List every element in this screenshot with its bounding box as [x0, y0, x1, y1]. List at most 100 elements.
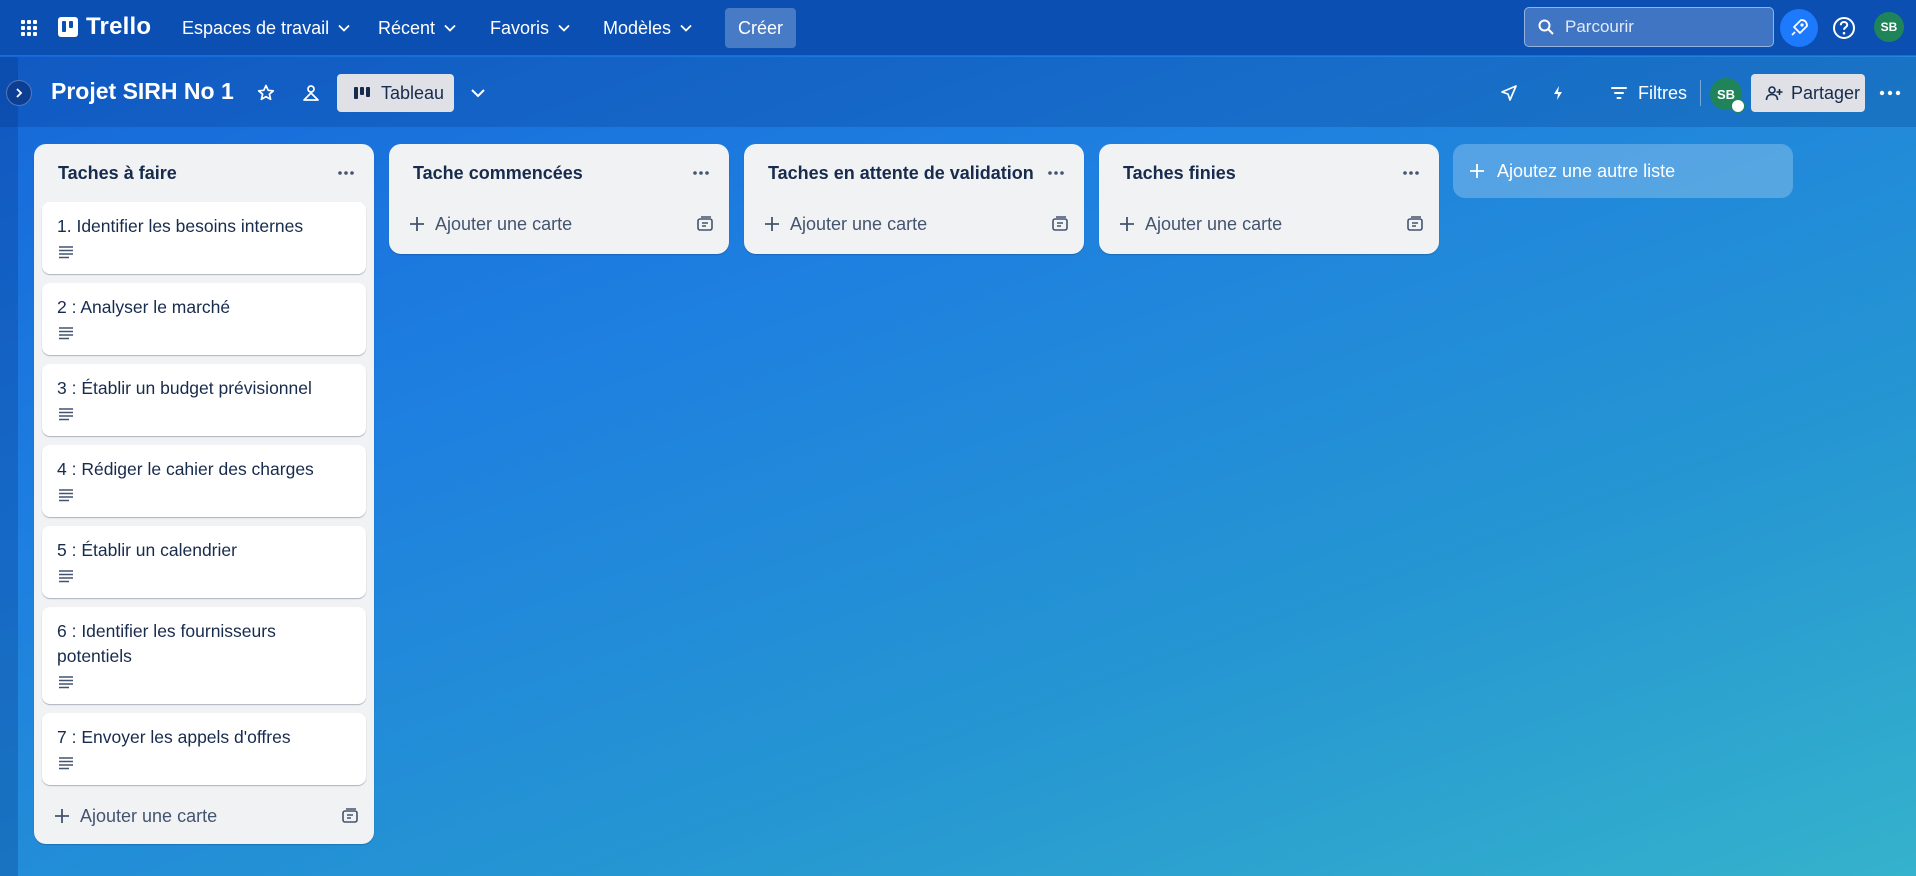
card-item[interactable]: 7 : Envoyer les appels d'offres [42, 713, 366, 785]
description-icon [59, 327, 73, 340]
trello-logo[interactable]: Trello [58, 13, 151, 41]
user-avatar[interactable]: SB [1874, 12, 1904, 42]
add-list-button[interactable]: Ajoutez une autre liste [1453, 144, 1793, 198]
list-title[interactable]: Taches finies [1123, 163, 1236, 184]
list-title[interactable]: Taches en attente de validation [768, 163, 1034, 184]
share-button[interactable]: Partager [1751, 74, 1865, 112]
card-template-icon[interactable] [1050, 214, 1070, 234]
card-template-icon[interactable] [695, 214, 715, 234]
list-taches-commencees: Tache commencées Ajouter une carte [389, 144, 729, 254]
description-icon [59, 570, 73, 583]
add-card-row: Ajouter une carte [1099, 202, 1439, 246]
nav-recent[interactable]: Récent [370, 12, 465, 44]
description-icon [59, 408, 73, 421]
chevron-down-icon [680, 24, 692, 32]
add-card-button[interactable]: Ajouter une carte [54, 806, 217, 827]
board-title[interactable]: Projet SIRH No 1 [51, 78, 234, 105]
search-box[interactable] [1524, 7, 1774, 47]
more-horizontal-icon [1048, 171, 1064, 175]
rocket-icon [1791, 19, 1808, 36]
search-icon [1538, 19, 1554, 35]
share-label: Partager [1791, 82, 1861, 103]
add-card-button[interactable]: Ajouter une carte [1119, 214, 1282, 235]
card-title: 1. Identifier les besoins internes [57, 216, 304, 236]
card-list: 1. Identifier les besoins internes 2 : A… [34, 202, 374, 788]
nav-workspaces[interactable]: Espaces de travail [174, 12, 359, 44]
card-title: 4 : Rédiger le cahier des charges [57, 459, 314, 479]
automation-button[interactable] [1545, 80, 1571, 106]
list-header: Taches en attente de validation [744, 144, 1084, 202]
add-card-row: Ajouter une carte [34, 788, 374, 844]
board-view-button[interactable]: Tableau [337, 74, 454, 112]
power-ups-button[interactable] [1780, 9, 1818, 47]
nav-recent-label: Récent [378, 17, 436, 38]
add-card-label: Ajouter une carte [80, 805, 218, 826]
list-header: Tache commencées [389, 144, 729, 202]
more-horizontal-icon [1879, 90, 1901, 96]
admin-badge-icon [1731, 99, 1745, 113]
share-automation-button[interactable] [1496, 80, 1522, 106]
card-item[interactable]: 2 : Analyser le marché [42, 283, 366, 355]
board-view-icon [354, 87, 370, 99]
more-horizontal-icon [1403, 171, 1419, 175]
card-item[interactable]: 5 : Établir un calendrier [42, 526, 366, 598]
more-horizontal-icon [693, 171, 709, 175]
nav-workspaces-label: Espaces de travail [182, 17, 330, 38]
apps-grid-icon[interactable] [18, 17, 40, 39]
list-header: Taches à faire [34, 144, 374, 202]
add-person-icon [1765, 86, 1783, 101]
board-menu-button[interactable] [1876, 80, 1904, 106]
board-view-label: Tableau [381, 82, 445, 103]
list-menu-button[interactable] [687, 159, 715, 187]
card-template-icon[interactable] [1405, 214, 1425, 234]
list-taches-en-attente: Taches en attente de validation Ajouter … [744, 144, 1084, 254]
board-member-avatar[interactable]: SB [1710, 78, 1745, 113]
card-title: 3 : Établir un budget prévisionnel [57, 378, 312, 398]
card-template-icon[interactable] [340, 806, 360, 826]
filters-button[interactable]: Filtres [1600, 74, 1697, 112]
board-member-initials: SB [1716, 86, 1736, 102]
logo-text: Trello [86, 13, 152, 40]
search-input[interactable] [1565, 17, 1755, 37]
list-menu-button[interactable] [1042, 159, 1070, 187]
nav-favorites[interactable]: Favoris [482, 12, 579, 44]
nav-templates[interactable]: Modèles [595, 12, 701, 44]
list-header: Taches finies [1099, 144, 1439, 202]
chevron-down-icon [444, 24, 456, 32]
people-icon [303, 85, 319, 101]
card-item[interactable]: 3 : Établir un budget prévisionnel [42, 364, 366, 436]
list-menu-button[interactable] [332, 159, 360, 187]
views-dropdown-button[interactable] [465, 80, 491, 106]
card-title: 2 : Analyser le marché [57, 297, 231, 317]
list-title[interactable]: Tache commencées [413, 163, 583, 184]
top-navigation: Trello Espaces de travail Récent Favoris… [0, 0, 1916, 56]
description-icon [59, 676, 73, 689]
list-menu-button[interactable] [1397, 159, 1425, 187]
add-card-button[interactable]: Ajouter une carte [764, 214, 927, 235]
plus-icon [55, 809, 69, 823]
card-item[interactable]: 6 : Identifier les fournisseurs potentie… [42, 607, 366, 704]
sidebar-collapsed [0, 57, 18, 876]
card-item[interactable]: 1. Identifier les besoins internes [42, 202, 366, 274]
plus-icon [1470, 164, 1484, 178]
add-card-row: Ajouter une carte [389, 202, 729, 246]
create-button[interactable]: Créer [725, 8, 796, 48]
chevron-down-icon [471, 89, 485, 98]
card-item[interactable]: 4 : Rédiger le cahier des charges [42, 445, 366, 517]
list-title[interactable]: Taches à faire [58, 163, 177, 184]
star-icon [257, 84, 275, 101]
star-button[interactable] [253, 80, 279, 106]
more-horizontal-icon [338, 171, 354, 175]
add-card-button[interactable]: Ajouter une carte [409, 214, 572, 235]
send-icon [1501, 85, 1517, 101]
sidebar-toggle-button[interactable] [6, 80, 32, 106]
add-card-label: Ajouter une carte [435, 213, 573, 234]
card-title: 5 : Établir un calendrier [57, 540, 237, 560]
lightning-icon [1554, 86, 1562, 100]
visibility-button[interactable] [298, 80, 324, 106]
chevron-down-icon [558, 24, 570, 32]
add-card-label: Ajouter une carte [790, 213, 928, 234]
list-taches-finies: Taches finies Ajouter une carte [1099, 144, 1439, 254]
chevron-down-icon [338, 24, 350, 32]
help-icon[interactable] [1830, 14, 1858, 42]
